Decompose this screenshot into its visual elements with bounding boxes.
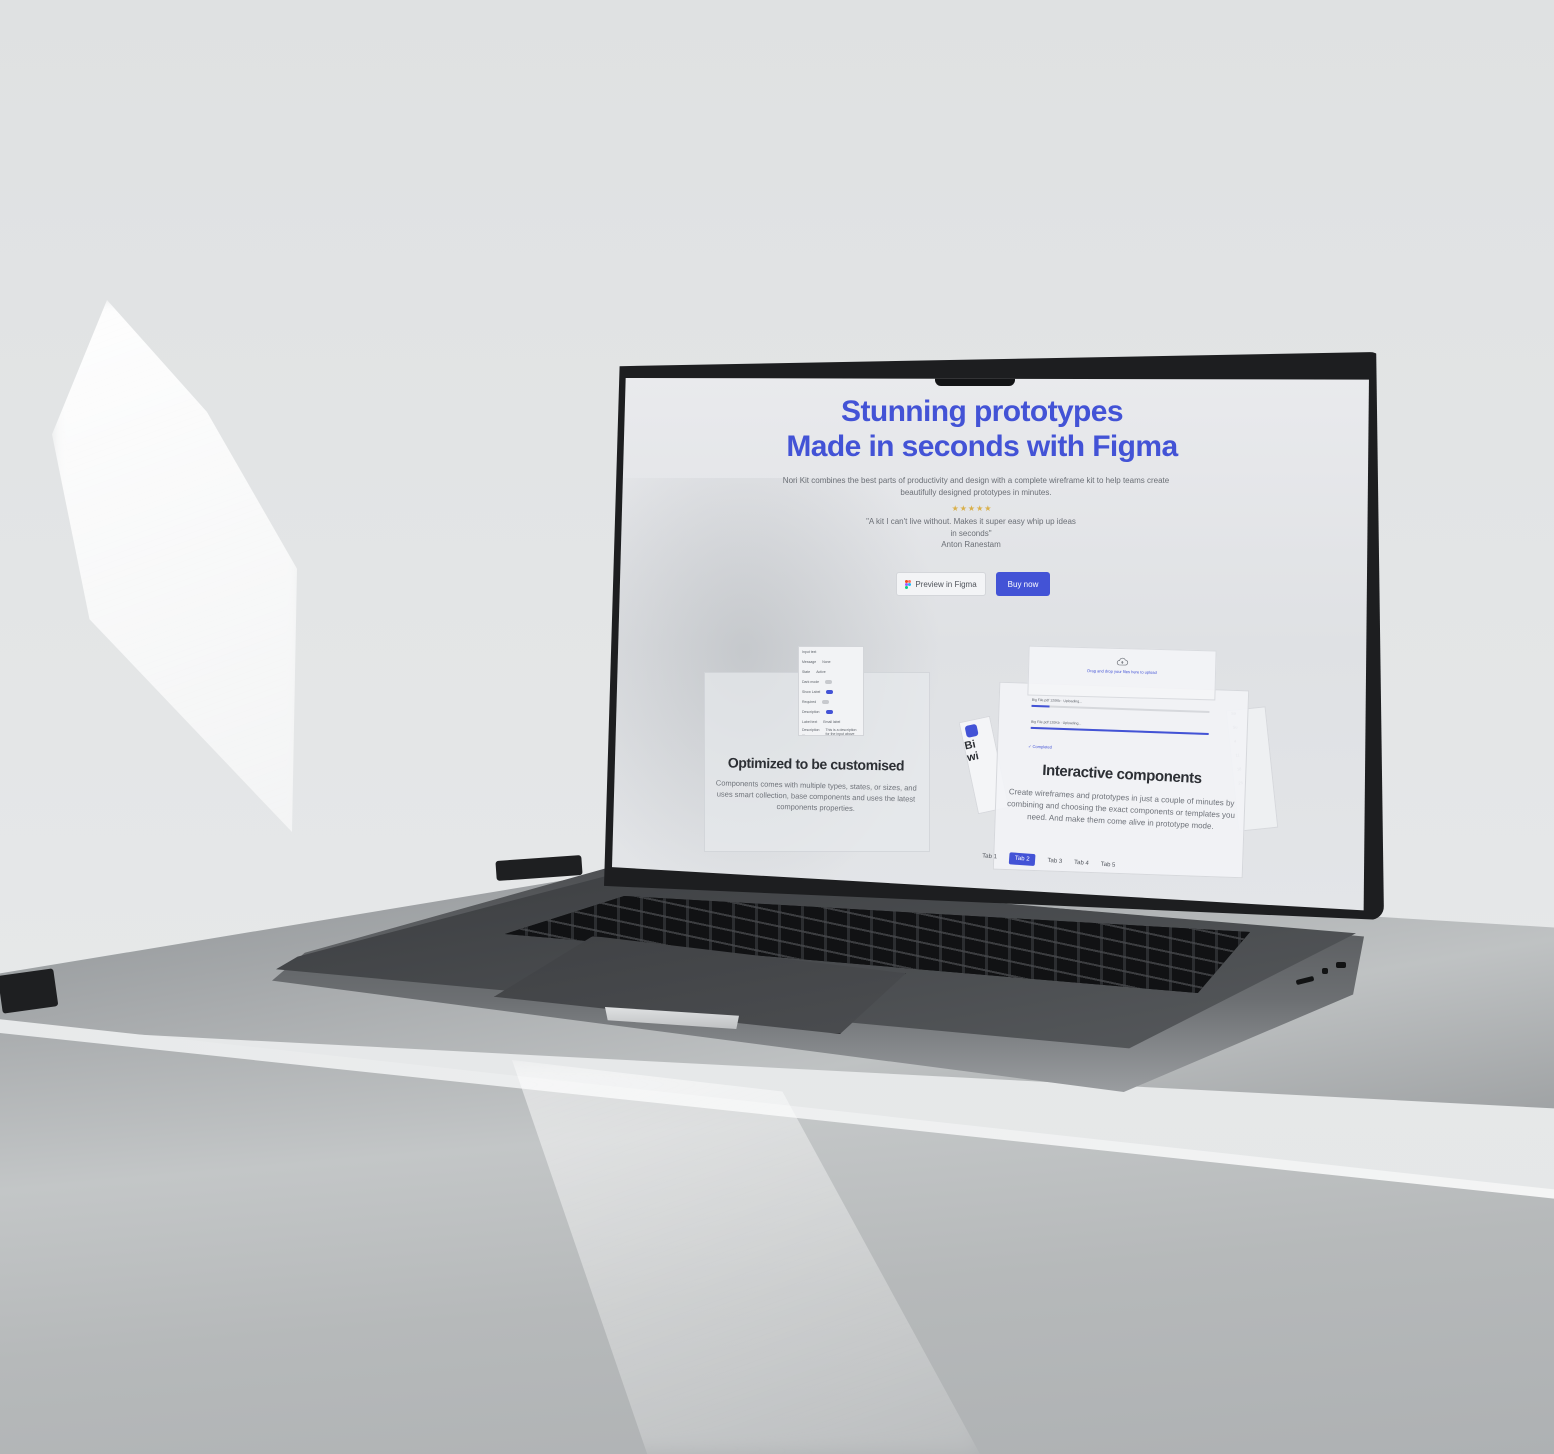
testimonial-quote: "A kit I can't live without. Makes it su… [866, 517, 1076, 538]
properties-panel: Input text Message None State Active Dark … [798, 646, 864, 736]
panel-row-label: Show Label [802, 690, 821, 694]
tab-3[interactable]: Tab 3 [1047, 858, 1062, 865]
cloud-upload-icon [1116, 657, 1129, 666]
panel-row-label: Dark mode [802, 680, 820, 684]
panel-row[interactable]: Required [799, 697, 863, 707]
panel-header-label: Input text [802, 650, 817, 654]
panel-row-label: Label text [802, 720, 818, 724]
panel-row[interactable]: Label text Email label [799, 717, 863, 727]
panel-row[interactable]: Dark mode [799, 677, 863, 687]
panel-row-value: Active [816, 670, 826, 674]
hero-title-line1: Stunning prototypes [841, 395, 1124, 428]
panel-row-value: This is a description for the input abov… [825, 728, 857, 736]
hero-description: Nori Kit combines the best parts of prod… [782, 476, 1170, 497]
upload-completed: ✓ Completed [1028, 743, 1053, 750]
tab-2[interactable]: Tab 2 [1008, 852, 1036, 867]
tab-5[interactable]: Tab 5 [1100, 862, 1115, 869]
toggle-switch[interactable] [822, 700, 830, 704]
panel-row-label: State [802, 670, 811, 674]
tab-1[interactable]: Tab 1 [982, 853, 997, 860]
tab-4[interactable]: Tab 4 [1074, 860, 1089, 867]
port [1322, 968, 1328, 974]
upload-status: Uploading... [1063, 698, 1083, 704]
feature-desc-customised: Components comes with multiple types, st… [715, 778, 917, 814]
upload-file-name: Big File.pdf 120Kb [1031, 697, 1061, 703]
panel-header: Input text [799, 647, 863, 657]
upload-progress-fill [1031, 704, 1050, 708]
panel-row-label: Message [802, 660, 817, 664]
panel-row[interactable]: Message None [799, 657, 863, 667]
upload-dropzone[interactable]: Drag and drop your files here to upload [1027, 645, 1217, 701]
hero-title-line2: Made in seconds with Figma [786, 430, 1178, 463]
toggle-switch[interactable] [826, 690, 834, 694]
preview-in-figma-button[interactable]: Preview in Figma [896, 572, 986, 596]
port [1336, 962, 1346, 968]
cabinet-clip [0, 968, 59, 1014]
upload-row: Big File.pdf 120Kb · Uploading... [1030, 719, 1209, 736]
panel-row[interactable]: Show Label [799, 687, 863, 697]
camera-notch [935, 378, 1015, 386]
panel-row[interactable]: State Active [799, 667, 863, 677]
upload-file-name: Big File.pdf 120Kb [1030, 719, 1060, 725]
laptop-screen: Stunning prototypes Made in seconds with… [612, 378, 1369, 911]
panel-row-value: None [822, 660, 831, 664]
panel-row[interactable]: Description [799, 707, 863, 717]
panel-row-label: Description ... [802, 728, 820, 736]
upload-progress-bar [1030, 726, 1209, 736]
upload-progress-bar [1031, 704, 1210, 714]
upload-progress-fill [1030, 726, 1209, 736]
panel-row-label: Required [802, 700, 817, 704]
photo-scene: Stunning prototypes Made in seconds with… [0, 0, 1554, 1454]
panel-row[interactable]: Description ... This is a description for… [799, 727, 863, 737]
square-icon [964, 723, 979, 738]
preview-in-figma-label: Preview in Figma [915, 579, 977, 589]
panel-row-value: Email label [823, 720, 841, 724]
upload-status: Uploading... [1062, 720, 1082, 726]
testimonial-author: Anton Ranestam [941, 540, 1001, 549]
toggle-switch[interactable] [825, 680, 833, 684]
upload-completed-label: Completed [1032, 743, 1053, 750]
panel-row-label: Description [802, 710, 820, 714]
buy-now-button[interactable]: Buy now [996, 572, 1050, 596]
figma-icon [905, 579, 912, 589]
upload-prompt: Drag and drop your files here to upload [1087, 668, 1157, 675]
rating-stars-icon: ★★★★★ [951, 504, 993, 513]
hero-title: Stunning prototypes Made in seconds with… [752, 394, 1212, 464]
toggle-switch[interactable] [825, 710, 833, 714]
